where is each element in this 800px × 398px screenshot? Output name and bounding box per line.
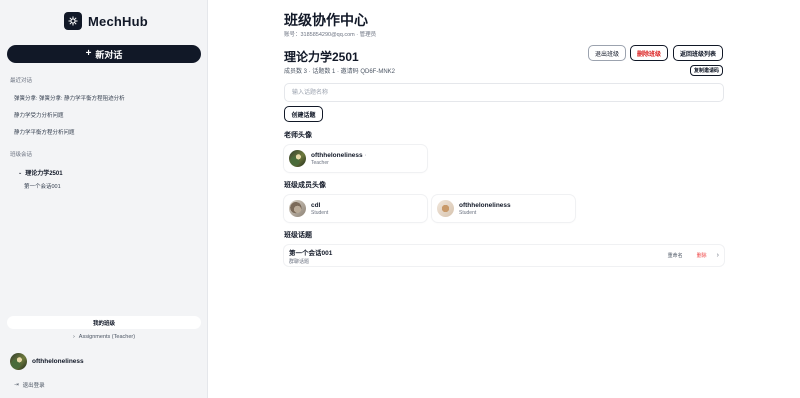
new-chat-button[interactable]: + 新对话 (7, 45, 201, 63)
class-tree-label: 理论力学2501 (25, 171, 63, 177)
class-session-label: 班级会话 (10, 152, 33, 158)
members-section-heading: 班级成员头像 (284, 182, 326, 189)
member-card: ofthheloneliness Student (432, 195, 575, 222)
chevron-down-icon: ⌄ (18, 169, 23, 176)
assignments-link[interactable]: › Assignments (Teacher) (0, 334, 208, 340)
avatar (437, 200, 454, 217)
exit-class-button[interactable]: 退出班级 (588, 45, 626, 61)
member-name: ofthheloneliness (459, 201, 511, 209)
member-role: Student (459, 209, 477, 216)
back-to-class-list-button[interactable]: 返回班级列表 (673, 45, 723, 61)
rename-topic-button[interactable]: 重命名 (668, 252, 683, 259)
assignments-label: Assignments (Teacher) (78, 334, 136, 340)
chevron-right-icon: › (72, 334, 75, 340)
delete-topic-button[interactable]: 删除 (697, 252, 707, 259)
avatar (10, 353, 27, 370)
account-info: 账号：3185854290@qq.com · 管理员 (284, 32, 377, 38)
member-role: Student (311, 209, 329, 216)
plus-icon: + (85, 48, 92, 59)
main-content: 班级协作中心 账号：3185854290@qq.com · 管理员 理论力学25… (208, 0, 800, 398)
logout-label: 退出登录 (22, 383, 45, 389)
teacher-name: ofthheloneliness · (311, 151, 367, 159)
session-item[interactable]: 第一个会话001 (24, 182, 61, 190)
teacher-dot: · (364, 152, 367, 159)
page-title: 班级协作中心 (284, 13, 368, 29)
logout-button[interactable]: ⇥ 退出登录 (14, 381, 45, 389)
user-profile[interactable]: ofthheloneliness (10, 353, 84, 370)
topic-row[interactable]: 第一个会话001 群聊话题 重命名 删除 › (284, 245, 724, 266)
recent-label: 最近对话 (10, 78, 33, 84)
topics-section-heading: 班级话题 (284, 232, 312, 239)
brand[interactable]: MechHub (64, 12, 148, 30)
openai-logo-icon (64, 12, 82, 30)
teacher-section-heading: 老师头像 (284, 132, 312, 139)
user-name: ofthheloneliness (32, 358, 84, 365)
avatar (289, 200, 306, 217)
recent-item[interactable]: 弹簧分拿: 弹簧分拿: 静力学平衡方程阻迹分析 (14, 94, 125, 102)
class-meta: 成员数 3 · 话题数 1 · 邀请码 QD6F-MNK2 (284, 69, 396, 75)
logout-icon: ⇥ (14, 382, 19, 388)
new-chat-label: 新对话 (95, 49, 123, 60)
member-card: cdl Student (284, 195, 427, 222)
chevron-right-icon[interactable]: › (717, 252, 719, 259)
recent-item[interactable]: 静力学平衡方程分析问题 (14, 128, 75, 136)
teacher-role: Teacher (311, 159, 329, 166)
my-class-button[interactable]: 我的班级 (7, 316, 201, 329)
class-tree-item[interactable]: ⌄ 理论力学2501 (18, 168, 63, 178)
topic-name: 第一个会话001 (289, 249, 333, 257)
avatar (289, 150, 306, 167)
topic-type: 群聊话题 (289, 258, 310, 265)
delete-class-button[interactable]: 删除班级 (630, 45, 668, 61)
topic-name-input[interactable] (284, 83, 724, 102)
teacher-card: ofthheloneliness · Teacher (284, 145, 427, 172)
sidebar: MechHub + 新对话 最近对话 弹簧分拿: 弹簧分拿: 静力学平衡方程阻迹… (0, 0, 208, 398)
copy-invite-code-button[interactable]: 复制邀请码 (690, 65, 723, 76)
member-name: cdl (311, 201, 321, 209)
class-title: 理论力学2501 (284, 50, 359, 64)
recent-item[interactable]: 静力学受力分析问题 (14, 111, 64, 119)
create-topic-button[interactable]: 创建话题 (284, 106, 323, 122)
brand-name: MechHub (88, 13, 148, 29)
